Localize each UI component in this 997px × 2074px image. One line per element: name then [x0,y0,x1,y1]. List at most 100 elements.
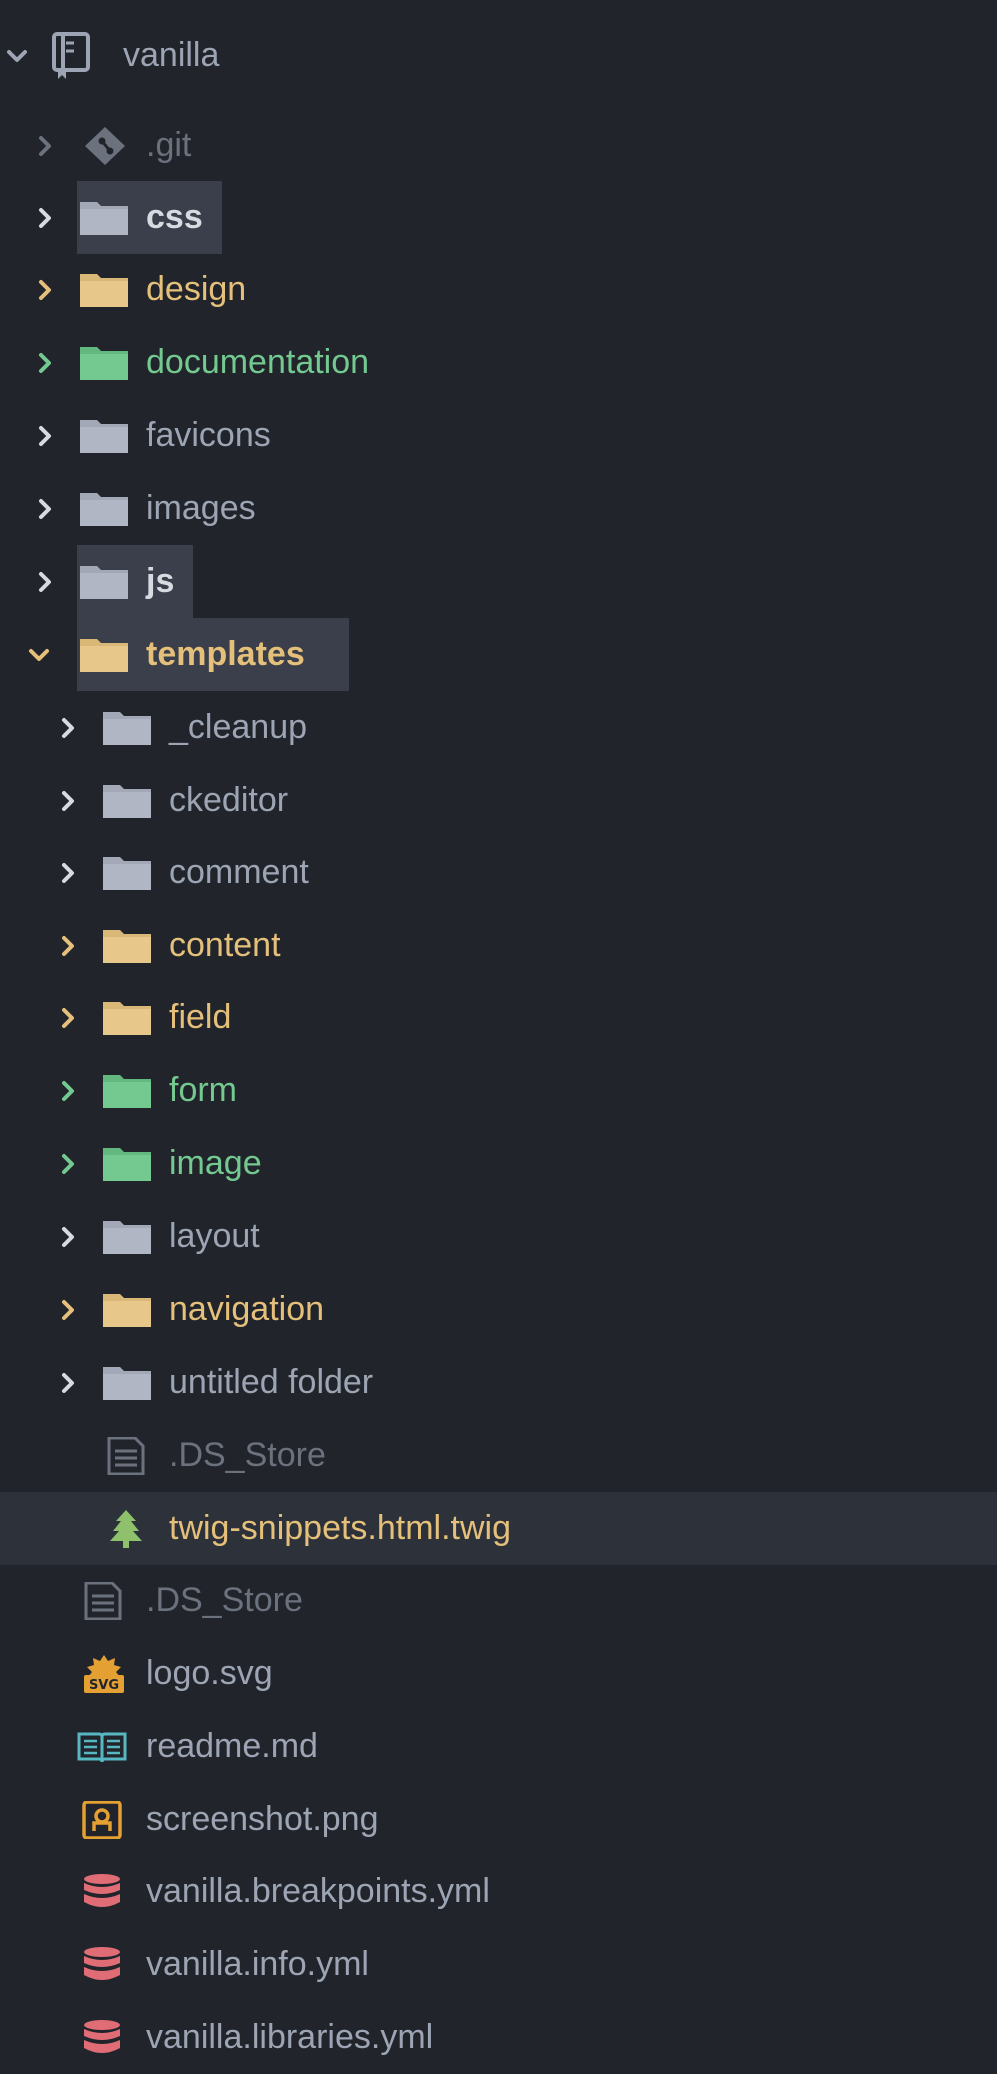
tree-item-libraries-yml[interactable]: vanilla.libraries.yml [0,2001,997,2074]
tree-item-label: design [146,270,247,308]
tree-item-readme[interactable]: readme.md [0,1710,997,1783]
tree-item-content[interactable]: content [0,909,997,982]
svg-icon: SVG [80,1655,130,1693]
folder-icon [80,271,130,309]
folder-icon [103,1291,153,1329]
tree-item-layout[interactable]: layout [0,1200,997,1273]
tree-item-images[interactable]: images [0,472,997,545]
database-icon [80,2019,130,2057]
tree-item-label: _cleanup [169,708,308,746]
tree-item-design[interactable]: design [0,253,997,326]
file-tree: vanilla .git css design documentation fa… [0,0,997,2056]
tree-item-label: .git [146,126,192,164]
tree-item-label: vanilla.libraries.yml [146,2018,434,2056]
tree-item-templates[interactable]: templates [0,618,997,691]
chevron-right-icon[interactable] [57,860,79,886]
folder-icon [80,344,130,382]
tree-item-git[interactable]: .git [0,109,997,182]
folder-icon [103,1364,153,1402]
tree-item-label: readme.md [146,1727,318,1765]
tree-item-breakpoints-yml[interactable]: vanilla.breakpoints.yml [0,1855,997,1928]
tree-item-navigation[interactable]: navigation [0,1273,997,1346]
tree-item-label: documentation [146,343,370,381]
tree-item-field[interactable]: field [0,981,997,1054]
tree-item-label: logo.svg [146,1654,273,1692]
book-icon [77,1728,127,1766]
image-icon [80,1801,130,1839]
tree-item-image[interactable]: image [0,1127,997,1200]
chevron-right-icon[interactable] [57,1078,79,1104]
tree-item-label: .DS_Store [169,1436,326,1474]
folder-icon [80,199,130,237]
folder-open-icon [80,636,130,674]
folder-icon [103,1145,153,1183]
tree-item-label: js [146,562,175,600]
chevron-right-icon[interactable] [34,205,56,231]
chevron-right-icon[interactable] [34,133,56,159]
git-icon [80,127,130,165]
tree-item-info-yml[interactable]: vanilla.info.yml [0,1928,997,2001]
tree-item-screenshot[interactable]: screenshot.png [0,1783,997,1856]
chevron-right-icon[interactable] [57,788,79,814]
tree-item-logo-svg[interactable]: SVG logo.svg [0,1637,997,1710]
project-root[interactable]: vanilla [0,19,997,92]
folder-icon [80,563,130,601]
chevron-right-icon[interactable] [57,933,79,959]
tree-item-label: screenshot.png [146,1800,379,1838]
chevron-right-icon[interactable] [57,1224,79,1250]
svg-text:SVG: SVG [89,1678,119,1693]
tree-item-label: .DS_Store [146,1581,303,1619]
folder-icon [103,1072,153,1110]
database-icon [80,1946,130,1984]
folder-icon [103,854,153,892]
folder-icon [103,782,153,820]
tree-item-label: vanilla.breakpoints.yml [146,1872,490,1910]
tree-item-js[interactable]: js [0,545,997,618]
tree-item-label: comment [169,853,309,891]
tree-item-twig-snippets[interactable]: twig-snippets.html.twig [0,1492,997,1565]
tree-item-form[interactable]: form [0,1054,997,1127]
chevron-right-icon[interactable] [34,496,56,522]
chevron-right-icon[interactable] [57,715,79,741]
tree-item-ckeditor[interactable]: ckeditor [0,764,997,837]
tree-item-label: twig-snippets.html.twig [169,1509,512,1547]
chevron-right-icon[interactable] [57,1370,79,1396]
chevron-right-icon[interactable] [34,277,56,303]
tree-item-label: css [146,198,203,236]
tree-item-label: favicons [146,416,271,454]
file-text-icon [80,1582,130,1620]
tree-item-favicons[interactable]: favicons [0,399,997,472]
chevron-right-icon[interactable] [57,1297,79,1323]
folder-icon [103,1218,153,1256]
twig-tree-icon [106,1510,156,1548]
tree-item-label: navigation [169,1290,325,1328]
chevron-right-icon[interactable] [34,423,56,449]
folder-icon [80,490,130,528]
chevron-right-icon[interactable] [34,569,56,595]
tree-item-label: content [169,926,281,964]
tree-item-ds-store[interactable]: .DS_Store [0,1564,997,1637]
chevron-down-icon[interactable] [6,43,28,69]
tree-item-cleanup[interactable]: _cleanup [0,691,997,764]
tree-item-css[interactable]: css [0,181,997,254]
tree-item-ds-store[interactable]: .DS_Store [0,1419,997,1492]
tree-item-label: form [169,1071,237,1109]
tree-item-label: images [146,489,256,527]
tree-item-comment[interactable]: comment [0,836,997,909]
tree-item-label: vanilla.info.yml [146,1945,369,1983]
tree-item-label: image [169,1144,262,1182]
chevron-right-icon[interactable] [57,1005,79,1031]
database-icon [80,1873,130,1911]
tree-item-label: ckeditor [169,781,289,819]
folder-icon [103,999,153,1037]
tree-item-untitled-folder[interactable]: untitled folder [0,1346,997,1419]
tree-item-documentation[interactable]: documentation [0,326,997,399]
folder-icon [103,709,153,747]
chevron-down-icon[interactable] [28,642,50,668]
repo-icon [50,31,96,81]
chevron-right-icon[interactable] [34,350,56,376]
tree-item-label: untitled folder [169,1363,374,1401]
folder-icon [80,417,130,455]
tree-item-label: field [169,998,232,1036]
chevron-right-icon[interactable] [57,1151,79,1177]
